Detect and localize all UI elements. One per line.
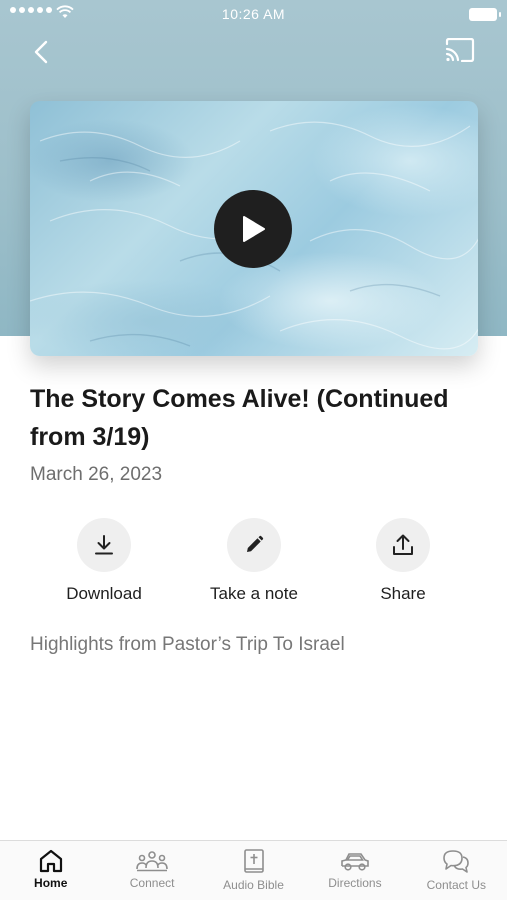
- take-note-circle[interactable]: [227, 518, 281, 572]
- download-button[interactable]: Download: [29, 518, 179, 604]
- take-note-button[interactable]: Take a note: [179, 518, 329, 604]
- tab-bar: Home Connect Audio Bible Directions Cont…: [0, 840, 507, 900]
- tab-audio-bible[interactable]: Audio Bible: [203, 841, 304, 900]
- media-description: Highlights from Pastor’s Trip To Israel: [30, 634, 345, 655]
- tab-directions[interactable]: Directions: [304, 841, 405, 900]
- share-button[interactable]: Share: [328, 518, 478, 604]
- bible-icon: [243, 849, 264, 873]
- back-button[interactable]: [26, 36, 56, 68]
- share-label: Share: [380, 584, 426, 603]
- home-icon: [39, 849, 62, 873]
- video-thumbnail[interactable]: [30, 101, 478, 356]
- chat-icon: [443, 850, 470, 873]
- tab-audio-bible-label: Audio Bible: [223, 878, 284, 892]
- play-button[interactable]: [214, 190, 292, 268]
- tab-connect[interactable]: Connect: [101, 841, 202, 900]
- battery-icon: [469, 8, 501, 21]
- tab-home[interactable]: Home: [0, 841, 101, 900]
- media-date: March 26, 2023: [30, 464, 163, 485]
- media-title: The Story Comes Alive! (Continued from 3…: [30, 385, 449, 451]
- share-circle[interactable]: [376, 518, 430, 572]
- cast-icon: [445, 37, 475, 63]
- status-time: 10:26 AM: [221, 6, 286, 22]
- chevron-left-icon: [34, 40, 48, 64]
- download-label: Download: [66, 584, 142, 603]
- pencil-icon: [247, 535, 264, 552]
- status-bar: 10:26 AM: [0, 0, 507, 28]
- download-icon: [95, 535, 113, 555]
- car-icon: [341, 853, 369, 871]
- tab-home-label: Home: [34, 876, 68, 890]
- tab-contact-us-label: Contact Us: [426, 878, 486, 892]
- cast-button[interactable]: [445, 37, 479, 68]
- play-icon: [243, 216, 265, 242]
- download-circle[interactable]: [77, 518, 131, 572]
- take-note-label: Take a note: [210, 584, 298, 603]
- tab-directions-label: Directions: [328, 876, 382, 890]
- share-icon: [393, 534, 413, 555]
- tab-connect-label: Connect: [129, 876, 175, 890]
- tab-contact-us[interactable]: Contact Us: [406, 841, 507, 900]
- people-icon: [136, 851, 168, 872]
